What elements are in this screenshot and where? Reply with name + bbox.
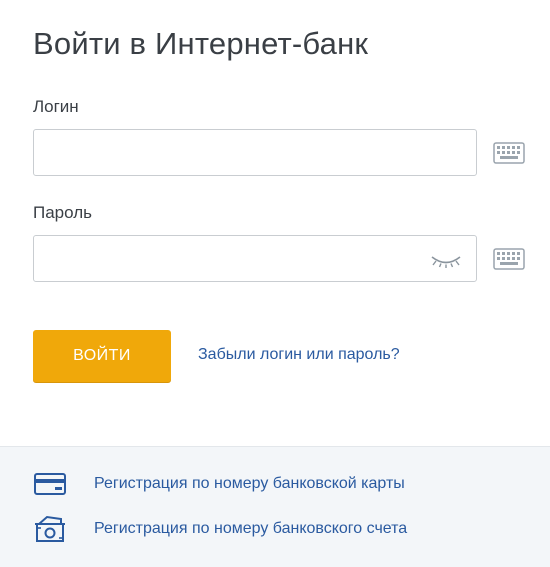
login-input[interactable] [34,130,414,175]
login-field[interactable] [33,129,477,176]
eye-closed-icon[interactable] [430,254,462,268]
password-input[interactable] [34,236,414,281]
login-label: Логин [33,97,79,116]
keyboard-icon[interactable] [493,142,525,164]
bank-card-icon [33,469,67,499]
register-by-card-label: Регистрация по номеру банковской карты [94,475,405,492]
password-field[interactable] [33,235,477,282]
page-title: Войти в Интернет-банк [33,26,369,61]
keyboard-icon[interactable] [493,248,525,270]
login-button[interactable]: ВОЙТИ [33,330,171,382]
password-label: Пароль [33,203,92,222]
registration-footer [0,446,550,567]
bank-account-icon [33,514,67,544]
register-by-account-label: Регистрация по номеру банковского счета [94,520,408,537]
register-by-card-link[interactable]: Регистрация по номеру банковской карты [33,469,405,499]
forgot-password-link[interactable]: Забыли логин или пароль? [198,346,400,364]
register-by-account-link[interactable]: Регистрация по номеру банковского счета [33,514,407,544]
login-panel: Войти в Интернет-банк Логин Пароль ВОЙТИ… [0,0,550,446]
